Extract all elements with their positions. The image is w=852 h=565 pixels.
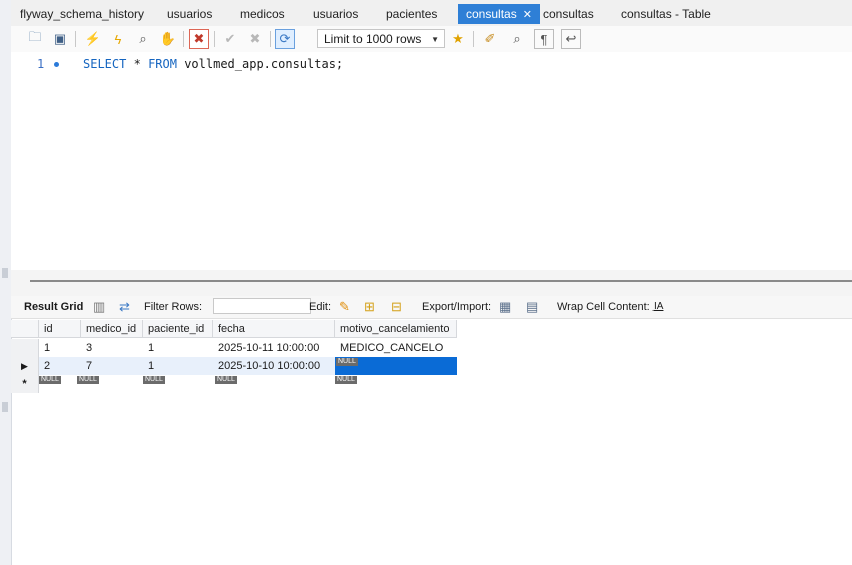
toolbar-separator (75, 31, 76, 47)
toolbar-separator (270, 31, 271, 47)
cell-medico-id[interactable]: 7 (81, 357, 143, 375)
cell-fecha[interactable]: 2025-10-11 10:00:00 (213, 339, 335, 357)
filter-rows-label: Filter Rows: (144, 301, 203, 313)
autocommit-icon[interactable]: ⟳ (275, 29, 295, 49)
refresh-icon[interactable]: ⇄ (119, 299, 130, 315)
column-header-fecha[interactable]: fecha (213, 320, 335, 338)
sql-editor[interactable]: 1 SELECT * FROM vollmed_app.consultas; (11, 52, 852, 270)
gutter-marker (2, 268, 8, 278)
cell-fecha-new[interactable]: NULL (215, 375, 337, 393)
delete-row-icon[interactable]: ⊟ (391, 299, 402, 315)
statement-marker-icon (54, 62, 59, 67)
tab-usuarios-2[interactable]: usuarios (305, 4, 366, 24)
wrap-lines-icon[interactable]: ↩ (561, 29, 581, 49)
cell-fecha[interactable]: 2025-10-10 10:00:00 (213, 357, 335, 375)
tab-consultas-table[interactable]: consultas - Table (613, 4, 719, 24)
cell-id[interactable]: 2 (39, 357, 81, 375)
null-badge: NULL (335, 376, 357, 384)
tab-flyway-schema-history[interactable]: flyway_schema_history (12, 4, 152, 24)
tab-consultas-active[interactable]: consultas ✕ (458, 4, 540, 24)
cell-id[interactable]: 1 (39, 339, 81, 357)
query-tab-bar: flyway_schema_history usuarios medicos u… (11, 0, 852, 27)
stop-icon[interactable]: ✋ (158, 29, 178, 49)
column-header-medico-id[interactable]: medico_id (81, 320, 143, 338)
cell-motivo-cancelamiento-selected[interactable]: NULL (335, 357, 457, 375)
cell-motivo-cancelamiento[interactable]: MEDICO_CANCELO (335, 339, 457, 357)
current-row-indicator-icon[interactable]: ▶ (11, 357, 39, 375)
rollback-icon[interactable]: ✖ (245, 29, 265, 49)
cell-motivo-new[interactable]: NULL (335, 375, 457, 393)
edit-row-icon[interactable]: ✎ (339, 299, 350, 315)
null-badge: NULL (143, 376, 165, 384)
sql-toolbar: 🗀 ▣ ⚡ ϟ ⌕ ✋ ✖ ✔ ✖ ⟳ Limit to 1000 rows ▼ … (11, 26, 852, 53)
toolbar-separator (214, 31, 215, 47)
pane-splitter[interactable] (30, 280, 852, 282)
wrap-cell-icon[interactable]: I̲A (654, 301, 663, 312)
gutter-marker (2, 402, 8, 412)
tab-pacientes[interactable]: pacientes (378, 4, 445, 24)
row-selector[interactable] (11, 339, 39, 357)
cell-medico-id-new[interactable]: NULL (77, 375, 139, 393)
tab-medicos[interactable]: medicos (232, 4, 293, 24)
chevron-down-icon: ▼ (431, 35, 439, 44)
result-grid-label[interactable]: Result Grid (24, 301, 83, 313)
toolbar-separator (473, 31, 474, 47)
result-toolbar: Result Grid ▥ ⇄ Filter Rows: Edit: ✎ ⊞ ⊟… (11, 296, 852, 319)
execute-current-icon[interactable]: ϟ (108, 29, 128, 49)
column-header-paciente-id[interactable]: paciente_id (143, 320, 213, 338)
grid-corner (11, 320, 39, 338)
close-icon[interactable]: ✕ (523, 9, 532, 21)
cell-medico-id[interactable]: 3 (81, 339, 143, 357)
toggle-error-icon[interactable]: ✖ (189, 29, 209, 49)
line-number: 1 (37, 57, 45, 71)
open-folder-icon[interactable]: 🗀 (25, 29, 45, 49)
sql-statement[interactable]: SELECT * FROM vollmed_app.consultas; (83, 57, 343, 71)
find-icon[interactable]: ⌕ (507, 29, 527, 49)
grid-view-icon[interactable]: ▥ (93, 299, 105, 315)
filter-rows-input[interactable] (213, 298, 311, 314)
column-header-id[interactable]: id (39, 320, 81, 338)
tab-usuarios[interactable]: usuarios (159, 4, 220, 24)
table-row[interactable]: 1 3 1 2025-10-11 10:00:00 MEDICO_CANCELO (11, 339, 457, 357)
bookmark-star-icon[interactable]: ★ (448, 29, 468, 49)
table-row[interactable]: ▶ 2 7 1 2025-10-10 10:00:00 NULL (11, 357, 457, 375)
execute-icon[interactable]: ⚡ (83, 29, 103, 49)
explain-icon[interactable]: ⌕ (133, 29, 153, 49)
export-icon[interactable]: ▦ (499, 299, 511, 315)
toolbar-separator (183, 31, 184, 47)
beautify-icon[interactable]: ✐ (480, 29, 500, 49)
cell-paciente-id[interactable]: 1 (143, 357, 213, 375)
save-icon[interactable]: ▣ (50, 29, 70, 49)
pane-splitter-area (11, 270, 852, 296)
cell-id-new[interactable]: NULL (39, 375, 81, 393)
wrap-cell-label: Wrap Cell Content: (557, 301, 650, 313)
tab-consultas-2[interactable]: consultas (535, 4, 602, 24)
cell-paciente-id[interactable]: 1 (143, 339, 213, 357)
export-import-label: Export/Import: (422, 301, 492, 313)
null-badge: NULL (215, 376, 237, 384)
new-row[interactable]: * NULL NULL NULL NULL NULL (11, 375, 457, 393)
invisible-chars-icon[interactable]: ¶ (534, 29, 554, 49)
insert-row-icon[interactable]: ⊞ (364, 299, 375, 315)
cell-paciente-id-new[interactable]: NULL (143, 375, 213, 393)
null-badge: NULL (77, 376, 99, 384)
commit-icon[interactable]: ✔ (220, 29, 240, 49)
row-limit-select[interactable]: Limit to 1000 rows ▼ (317, 29, 445, 48)
import-icon[interactable]: ▤ (526, 299, 538, 315)
edit-label: Edit: (309, 301, 332, 313)
new-row-marker[interactable]: * (11, 375, 39, 393)
null-badge: NULL (336, 358, 358, 366)
column-header-motivo-cancelamiento[interactable]: motivo_cancelamiento (335, 320, 457, 338)
null-badge: NULL (39, 376, 61, 384)
